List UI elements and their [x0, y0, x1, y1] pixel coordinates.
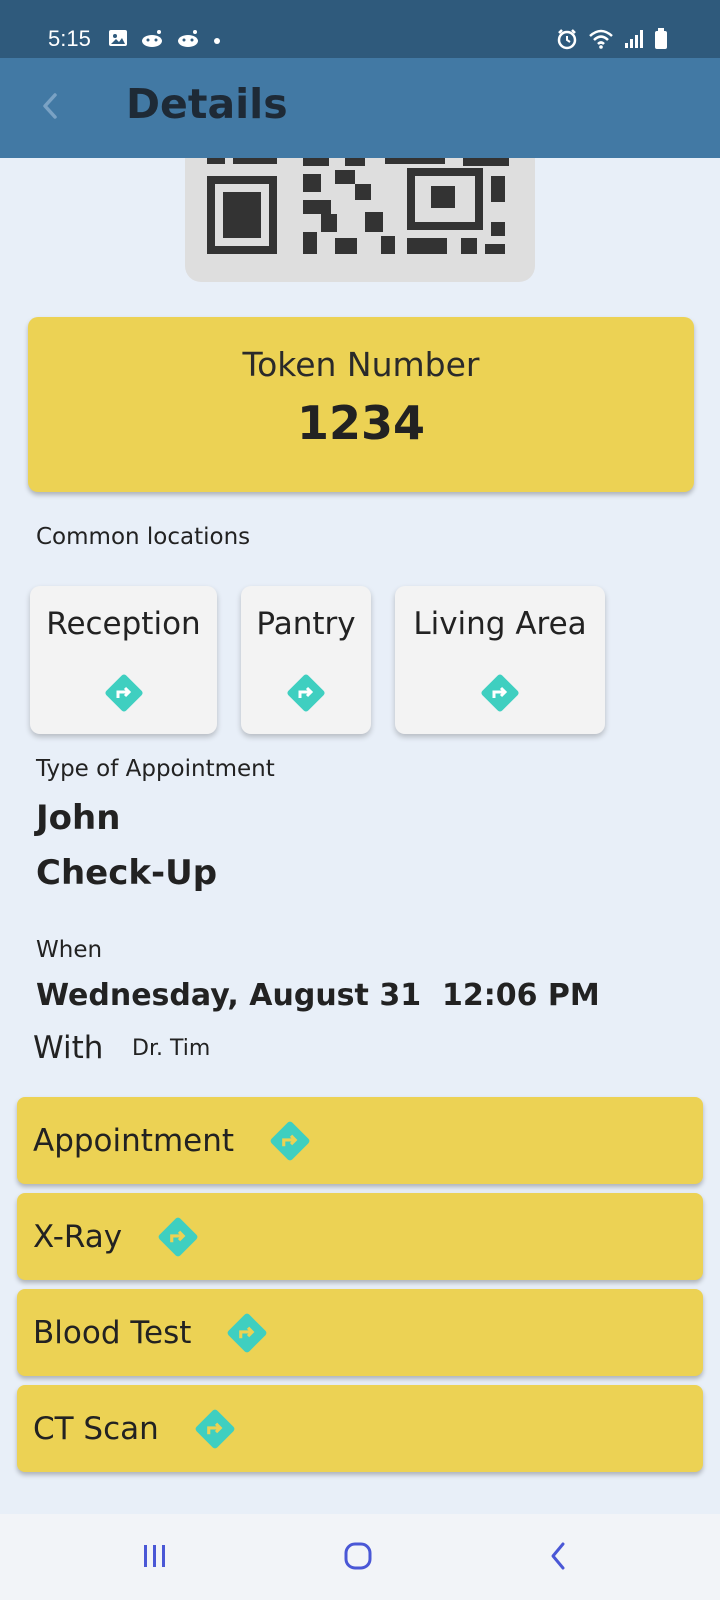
status-bar: 5:15 [0, 0, 720, 58]
patient-name: John [36, 798, 121, 838]
doctor-name: Dr. Tim [132, 1036, 211, 1061]
home-icon [342, 1540, 374, 1576]
location-label: Reception [46, 606, 201, 642]
appointment-datetime: Wednesday, August 31 12:06 PM [36, 978, 600, 1013]
alarm-icon [556, 28, 578, 54]
with-label: With [33, 1030, 104, 1066]
status-notification-icons [108, 28, 222, 52]
location-card-living-area[interactable]: Living Area [395, 586, 605, 734]
directions-icon [154, 1213, 202, 1261]
gallery-icon [108, 28, 128, 52]
location-card-reception[interactable]: Reception [30, 586, 217, 734]
location-label: Living Area [413, 606, 587, 642]
when-label: When [36, 937, 103, 963]
reddit-icon [176, 28, 200, 52]
signal-icon [624, 29, 644, 53]
ct-scan-button[interactable]: CT Scan [17, 1385, 703, 1472]
action-label: CT Scan [33, 1410, 159, 1447]
qr-code [185, 158, 535, 282]
directions-icon [266, 1117, 314, 1165]
token-label: Token Number [242, 345, 480, 384]
directions-icon [191, 1405, 239, 1453]
page-title: Details [126, 80, 288, 128]
blood-test-button[interactable]: Blood Test [17, 1289, 703, 1376]
home-button[interactable] [336, 1538, 380, 1578]
battery-icon [654, 28, 668, 54]
directions-icon [477, 670, 523, 720]
back-button[interactable] [30, 88, 70, 128]
appointment-type-label: Type of Appointment [36, 756, 275, 782]
directions-icon [283, 670, 329, 720]
system-nav-bar [0, 1514, 720, 1600]
app-bar: Details [0, 58, 720, 158]
location-label: Pantry [256, 606, 356, 642]
nav-back-button[interactable] [536, 1538, 580, 1578]
directions-icon [223, 1309, 271, 1357]
status-time: 5:15 [48, 26, 91, 51]
back-icon [547, 1540, 569, 1576]
chevron-left-icon [40, 91, 60, 125]
action-label: X-Ray [33, 1218, 123, 1255]
token-number: 1234 [296, 396, 426, 450]
appointment-button[interactable]: Appointment [17, 1097, 703, 1184]
directions-icon [101, 670, 147, 720]
reddit-icon [140, 28, 164, 52]
location-card-pantry[interactable]: Pantry [241, 586, 371, 734]
action-label: Blood Test [33, 1314, 192, 1351]
token-card: Token Number 1234 [28, 317, 694, 492]
appointment-type: Check-Up [36, 853, 218, 893]
action-label: Appointment [33, 1122, 235, 1159]
wifi-icon [588, 28, 614, 54]
recent-apps-icon [140, 1542, 170, 1574]
recent-apps-button[interactable] [133, 1538, 177, 1578]
dot-icon [212, 31, 222, 50]
x-ray-button[interactable]: X-Ray [17, 1193, 703, 1280]
status-system-icons [556, 28, 668, 54]
common-locations-heading: Common locations [36, 524, 251, 550]
